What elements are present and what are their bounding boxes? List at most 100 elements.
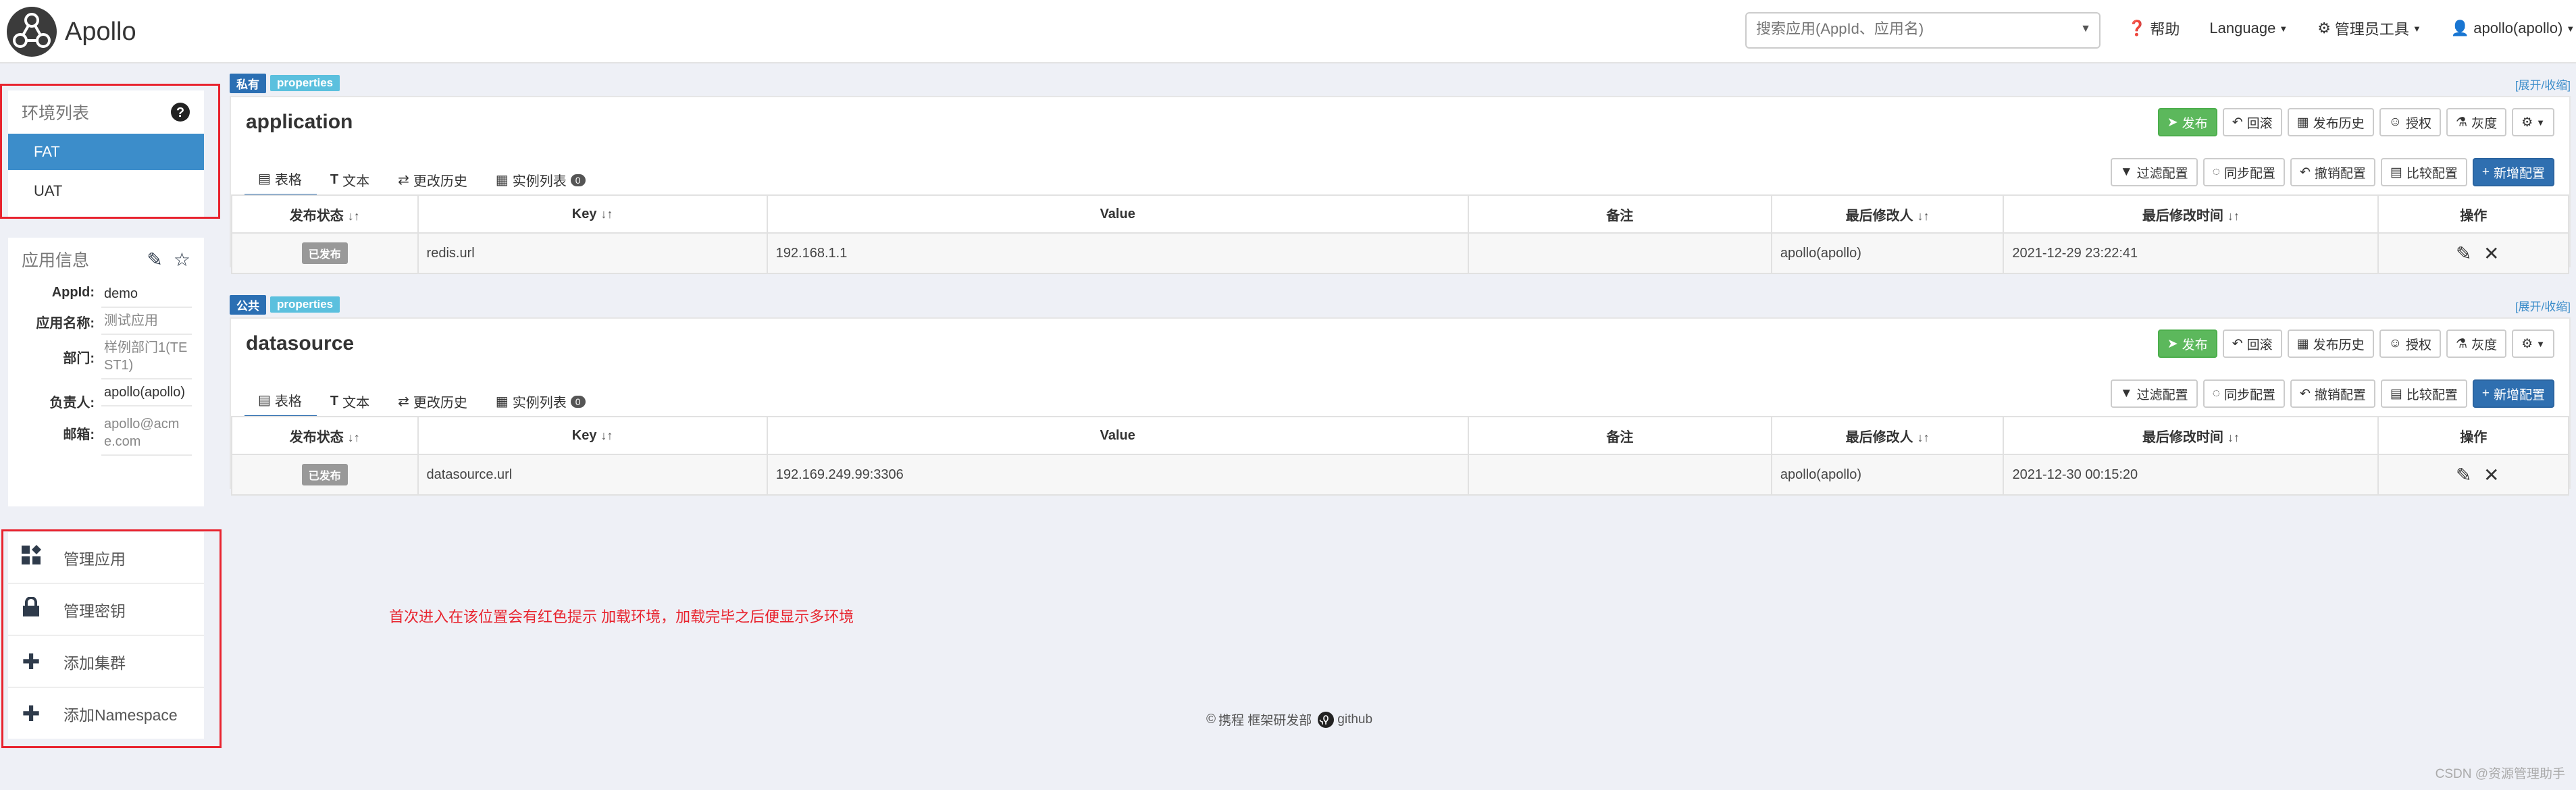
tab-instances[interactable]: ▦ 实例列表 0 — [482, 165, 600, 196]
authorize-button[interactable]: ☺ 授权 — [2379, 108, 2442, 136]
flask-icon: ⚗ — [2456, 115, 2468, 130]
release-button[interactable]: ➤ 发布 — [2157, 330, 2217, 358]
col-time-label: 最后修改时间 — [2142, 208, 2223, 223]
tab-table[interactable]: ▤ 表格 — [244, 386, 317, 418]
release-history-button[interactable]: ▦ 发布历史 — [2287, 108, 2374, 136]
nav-user[interactable]: 👤 apollo(apollo) ▼ — [2451, 18, 2575, 39]
table-row: 已发布 redis.url 192.168.1.1 apollo(apollo)… — [231, 232, 2569, 274]
filter-config-button[interactable]: ▼ 过滤配置 — [2110, 379, 2198, 408]
close-icon[interactable]: ✕ — [2483, 465, 2499, 485]
release-button[interactable]: ➤ 发布 — [2157, 108, 2217, 136]
view-tabs: ▤ 表格 T 文本 ⇄ 更改历史 ▦ 实例列表 0 — [244, 165, 600, 196]
tab-text[interactable]: T 文本 — [317, 165, 384, 196]
text-icon: T — [330, 394, 339, 409]
info-value-email: apollo@acme.com — [101, 411, 192, 456]
edit-icon[interactable]: ✎ — [2456, 243, 2471, 264]
file-icon: ▤ — [2390, 386, 2402, 401]
sync-config-button[interactable]: ◌ 同步配置 — [2203, 158, 2285, 186]
col-modifier[interactable]: 最后修改人 ↓↑ — [1770, 416, 2005, 455]
rollback-button[interactable]: ↶ 回滚 — [2222, 330, 2282, 358]
filter-config-button[interactable]: ▼ 过滤配置 — [2110, 158, 2198, 186]
github-icon[interactable] — [1317, 711, 1335, 729]
col-key-label: Key — [571, 206, 597, 221]
plus-icon: + — [2481, 165, 2490, 179]
info-key: AppId: — [51, 285, 95, 300]
col-modified-time[interactable]: 最后修改时间 ↓↑ — [2003, 194, 2379, 234]
col-comment: 备注 — [1467, 416, 1772, 455]
compare-label: 比较配置 — [2406, 388, 2458, 402]
settings-dropdown-button[interactable]: ⚙ ▼ — [2512, 330, 2554, 358]
tab-table[interactable]: ▤ 表格 — [244, 165, 317, 196]
close-icon[interactable]: ✕ — [2483, 243, 2499, 264]
info-row-app-name: 应用名称: 测试应用 — [8, 308, 204, 335]
table-row: 已发布 datasource.url 192.169.249.99:3306 a… — [231, 454, 2569, 496]
gray-label: 灰度 — [2471, 116, 2498, 131]
namespace-title: application — [246, 111, 353, 133]
help-circle-icon: ❓ — [2128, 20, 2146, 36]
sync-config-button[interactable]: ◌ 同步配置 — [2203, 379, 2285, 408]
compare-config-button[interactable]: ▤ 比较配置 — [2380, 379, 2467, 408]
footer-github-link[interactable]: github — [1337, 712, 1372, 727]
gray-release-button[interactable]: ⚗ 灰度 — [2446, 330, 2507, 358]
tab-history[interactable]: ⇄ 更改历史 — [384, 165, 482, 196]
col-ops: 操作 — [2377, 416, 2569, 455]
authorize-label: 授权 — [2406, 338, 2432, 352]
apollo-logo[interactable]: Apollo — [5, 5, 136, 58]
col-key[interactable]: Key ↓↑ — [417, 416, 768, 455]
filter-icon: ▼ — [2119, 386, 2133, 400]
rollback-label: 回滚 — [2246, 338, 2273, 352]
add-label: 新增配置 — [2493, 166, 2545, 181]
col-time-label: 最后修改时间 — [2142, 429, 2223, 445]
scope-badge: 公共 — [230, 294, 266, 315]
col-modifier[interactable]: 最后修改人 ↓↑ — [1770, 194, 2005, 234]
cell-comment — [1467, 232, 1772, 274]
col-status[interactable]: 发布状态 ↓↑ — [231, 194, 419, 234]
expand-collapse-link[interactable]: [展开/收缩] — [2515, 297, 2571, 314]
plus-icon: + — [2481, 386, 2490, 400]
nav-admin-tools[interactable]: ⚙ 管理员工具 ▼ — [2317, 18, 2421, 39]
apollo-logo-icon — [7, 7, 57, 57]
edit-icon[interactable]: ✎ — [2456, 465, 2471, 485]
nav-menu: ❓ 帮助 Language ▼ ⚙ 管理员工具 ▼ 👤 apollo(apoll… — [2128, 18, 2575, 39]
nav-help[interactable]: ❓ 帮助 — [2128, 18, 2180, 39]
cell-ops: ✎ ✕ — [2377, 454, 2569, 496]
col-key-label: Key — [571, 427, 597, 443]
scope-badge: 私有 — [230, 73, 266, 93]
cell-status: 已发布 — [231, 232, 419, 274]
expand-collapse-link[interactable]: [展开/收缩] — [2515, 76, 2571, 93]
rollback-button[interactable]: ↶ 回滚 — [2222, 108, 2282, 136]
tab-history[interactable]: ⇄ 更改历史 — [384, 386, 482, 418]
table-icon: ▤ — [258, 393, 271, 408]
settings-dropdown-button[interactable]: ⚙ ▼ — [2512, 108, 2554, 136]
send-icon: ➤ — [2167, 115, 2178, 130]
app-search-input[interactable] — [1747, 14, 2083, 45]
revoke-config-button[interactable]: ↶ 撤销配置 — [2290, 379, 2375, 408]
col-modified-time[interactable]: 最后修改时间 ↓↑ — [2003, 416, 2379, 455]
add-config-button[interactable]: + 新增配置 — [2472, 379, 2554, 408]
calendar-icon: ▦ — [2296, 115, 2309, 130]
tab-instances-label: 实例列表 — [512, 174, 567, 189]
info-key: 邮箱: — [63, 427, 95, 442]
revoke-config-button[interactable]: ↶ 撤销配置 — [2290, 158, 2375, 186]
compare-config-button[interactable]: ▤ 比较配置 — [2380, 158, 2467, 186]
instances-count-badge: 0 — [570, 174, 586, 186]
edit-icon[interactable]: ✎ — [147, 248, 162, 271]
add-config-button[interactable]: + 新增配置 — [2472, 158, 2554, 186]
list-icon: ▦ — [495, 173, 509, 188]
col-status[interactable]: 发布状态 ↓↑ — [231, 416, 419, 455]
tab-text-label: 文本 — [342, 174, 370, 189]
app-search-box[interactable]: ▼ — [1745, 12, 2101, 49]
user-icon: ☺ — [2388, 336, 2402, 350]
logo-text: Apollo — [65, 17, 136, 46]
nav-language[interactable]: Language ▼ — [2209, 18, 2288, 39]
col-key[interactable]: Key ↓↑ — [417, 194, 768, 234]
search-dropdown-caret-icon[interactable]: ▼ — [2080, 23, 2091, 35]
star-icon[interactable]: ☆ — [174, 248, 190, 271]
authorize-button[interactable]: ☺ 授权 — [2379, 330, 2442, 358]
info-row-appid: AppId: demo — [8, 281, 204, 308]
tab-instances[interactable]: ▦ 实例列表 0 — [482, 386, 600, 418]
release-history-button[interactable]: ▦ 发布历史 — [2287, 330, 2374, 358]
gray-release-button[interactable]: ⚗ 灰度 — [2446, 108, 2507, 136]
tab-text[interactable]: T 文本 — [317, 386, 384, 418]
namespace-toolbar: ➤ 发布 ↶ 回滚 ▦ 发布历史 ☺ 授权 ⚗ 灰度 ⚙ ▼ — [2153, 108, 2554, 136]
